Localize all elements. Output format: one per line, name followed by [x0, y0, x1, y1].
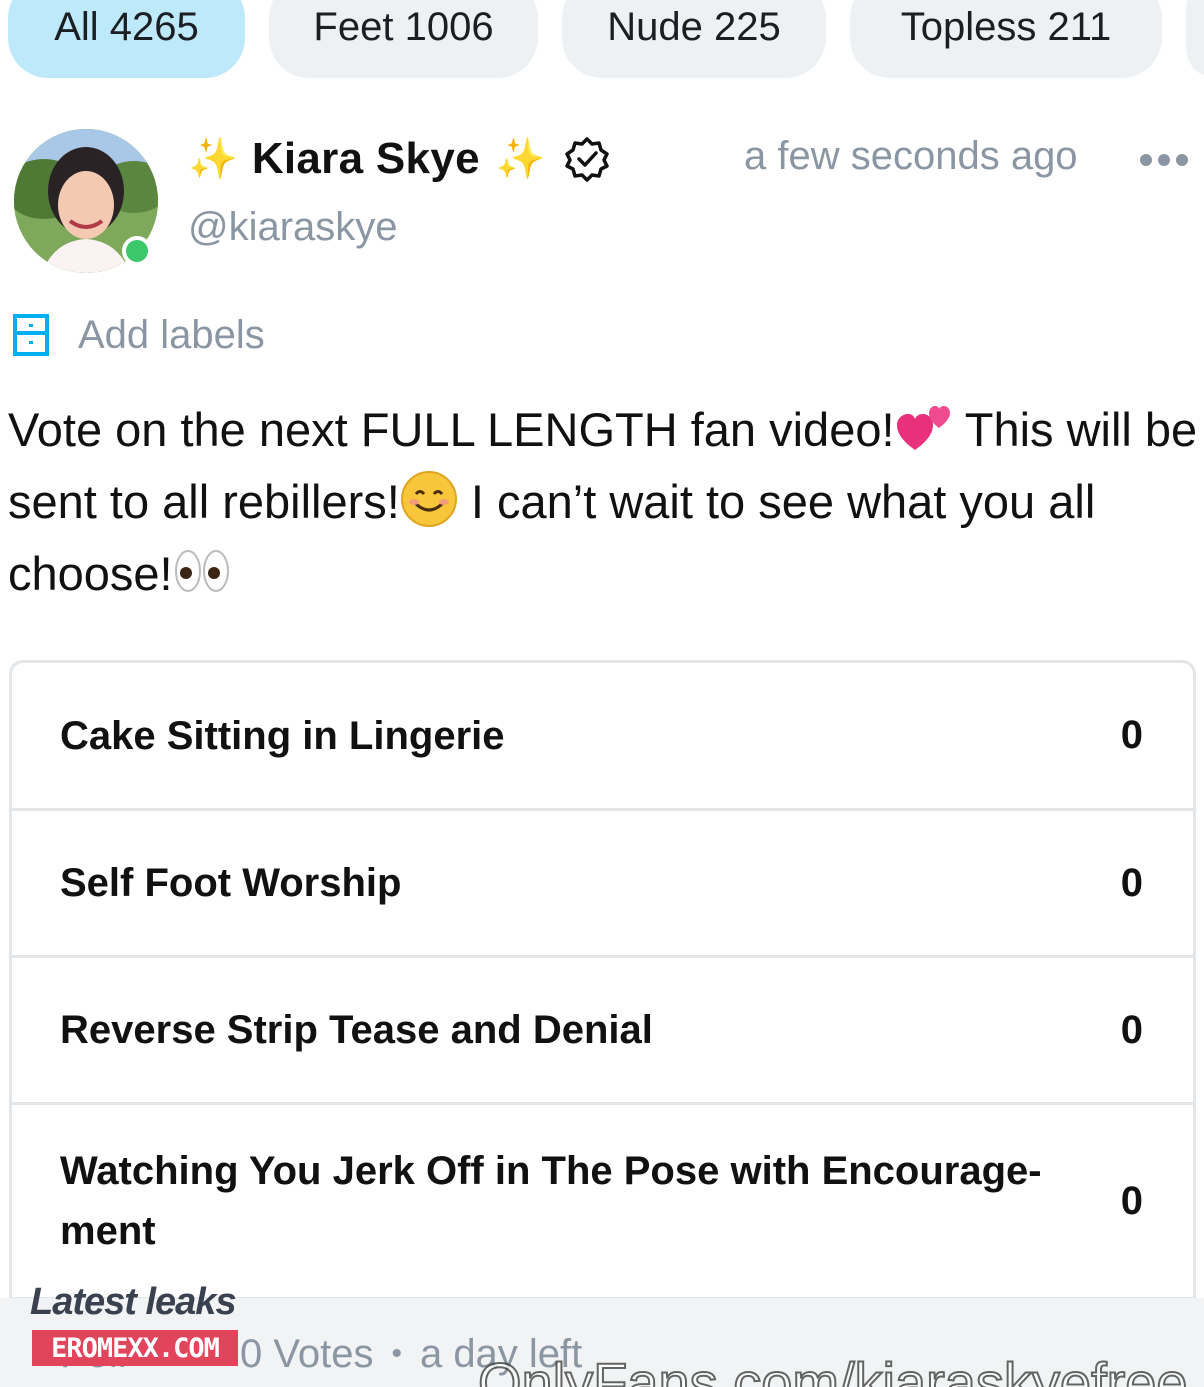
filter-chip-nude[interactable]: Nude 225	[562, 0, 826, 78]
post-timestamp: a few seconds ago	[744, 134, 1078, 178]
filter-chip-topless[interactable]: Topless 211	[850, 0, 1162, 78]
add-labels-button[interactable]: Add labels	[12, 310, 265, 360]
poll-option-label: Reverse Strip Tease and Denial	[60, 1008, 653, 1052]
poll-option-count: 0	[1120, 1007, 1143, 1052]
filter-chip-label: All 4265	[54, 5, 199, 49]
filter-chips: All 4265 Feet 1006 Nude 225 Topless 211	[0, 0, 1204, 78]
watermark-latest-leaks: Latest leaks	[30, 1281, 237, 1323]
poll-option[interactable]: Watching You Jerk Off in The Pose with E…	[12, 1105, 1193, 1300]
separator-dot: •	[391, 1337, 402, 1370]
smiling-face-icon	[400, 471, 457, 527]
filter-chip-label: Topless 211	[900, 5, 1112, 49]
poll-option-count: 0	[1120, 1178, 1143, 1223]
filter-chip-label: Nude 225	[607, 5, 781, 49]
sparkle-icon: ✨	[188, 137, 238, 181]
two-hearts-icon	[896, 406, 950, 450]
poll-option-label: Cake Sitting in Lingerie	[60, 713, 505, 758]
poll-option[interactable]: Cake Sitting in Lingerie 0	[12, 663, 1193, 811]
poll-option[interactable]: Self Foot Worship 0	[12, 811, 1193, 958]
post-text-part: Vote on the next FULL LENGTH fan video!	[8, 403, 895, 456]
filter-chip-all[interactable]: All 4265	[8, 0, 245, 78]
poll-option-count: 0	[1120, 860, 1143, 905]
author-name[interactable]: Kiara Skye	[252, 134, 480, 184]
post-text: Vote on the next FULL LENGTH fan video! …	[8, 394, 1198, 610]
poll: Cake Sitting in Lingerie 0 Self Foot Wor…	[9, 660, 1196, 1387]
add-labels-label: Add labels	[78, 312, 265, 357]
poll-option-count: 0	[1120, 713, 1143, 757]
sparkle-icon: ✨	[495, 137, 546, 181]
author-handle[interactable]: @kiaraskye	[188, 205, 398, 250]
filter-chip-label: Feet 1006	[313, 5, 494, 49]
poll-option[interactable]: Reverse Strip Tease and Denial 0	[12, 958, 1193, 1105]
watermark-site-logo: EROMEXX.COM	[32, 1330, 238, 1366]
eyes-icon	[174, 550, 229, 592]
poll-option-label: Self Foot Worship	[60, 861, 402, 905]
verified-badge-icon	[564, 137, 609, 182]
watermark-url: OnlyFans.com/kiaraskyefree	[477, 1350, 1189, 1387]
filter-chip-feet[interactable]: Feet 1006	[269, 0, 538, 78]
online-status-indicator	[122, 236, 152, 266]
more-options-icon[interactable]	[1140, 148, 1192, 172]
filter-chip-more[interactable]	[1186, 0, 1204, 78]
poll-option-label: Watching You Jerk Off in The Pose with E…	[60, 1149, 1042, 1253]
author-row: ✨ Kiara Skye ✨	[188, 127, 610, 191]
poll-votes: 0 Votes	[240, 1332, 374, 1376]
labels-icon	[13, 314, 49, 356]
